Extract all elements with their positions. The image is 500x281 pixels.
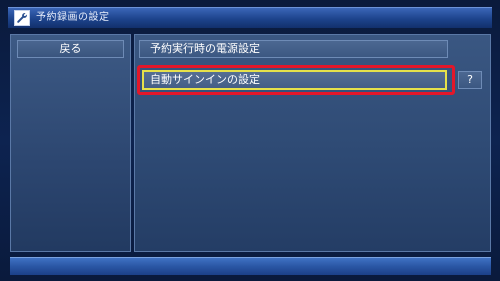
settings-pane: 予約実行時の電源設定 自動サインインの設定 ? (134, 34, 491, 252)
title-bar: 予約録画の設定 (8, 7, 492, 28)
app-window: 予約録画の設定 戻る 予約実行時の電源設定 自動サインインの設定 ? (0, 0, 500, 281)
wrench-icon (14, 10, 30, 26)
auto-signin-setting-item[interactable]: 自動サインインの設定 (142, 70, 447, 90)
back-button[interactable]: 戻る (17, 40, 124, 58)
power-settings-header[interactable]: 予約実行時の電源設定 (139, 40, 448, 58)
left-pane: 戻る (10, 34, 131, 252)
window-title: 予約録画の設定 (36, 12, 110, 23)
status-bar (10, 257, 491, 275)
help-button[interactable]: ? (458, 71, 482, 89)
